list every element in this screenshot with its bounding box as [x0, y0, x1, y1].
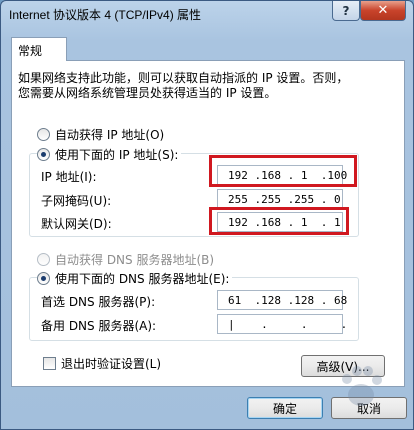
highlight-box-ip — [209, 155, 357, 187]
alternate-dns-label: 备用 DNS 服务器(A): — [41, 319, 157, 333]
dialog-window: Internet 协议版本 4 (TCP/IPv4) 属性 ? ✕ 常规 如果网… — [0, 0, 414, 430]
radio-selected-icon — [37, 148, 50, 161]
tab-general[interactable]: 常规 — [11, 37, 67, 61]
intro-line: 您需要从网络系统管理员处获得适当的 IP 设置。 — [18, 86, 277, 100]
ip-address-label: IP 地址(I): — [41, 170, 97, 184]
preferred-dns-input[interactable]: 61 .128 .128 . 68 — [217, 290, 347, 310]
radio-auto-dns[interactable]: 自动获得 DNS 服务器地址(B) — [37, 251, 214, 268]
intro-line: 如果网络支持此功能，则可以获取自动指派的 IP 设置。否则， — [18, 71, 349, 85]
radio-manual-ip[interactable]: 使用下面的 IP 地址(S): — [37, 146, 182, 163]
ok-button[interactable]: 确定 — [247, 397, 323, 419]
checkbox-icon — [43, 357, 56, 370]
subnet-mask-input[interactable]: 255 .255 .255 . 0 — [217, 189, 343, 209]
help-button[interactable]: ? — [332, 1, 360, 21]
radio-button-icon — [37, 128, 50, 141]
radio-auto-ip[interactable]: 自动获得 IP 地址(O) — [37, 126, 164, 143]
highlight-box-gateway — [209, 207, 349, 235]
radio-manual-ip-label: 使用下面的 IP 地址(S): — [55, 148, 179, 162]
close-button[interactable]: ✕ — [360, 1, 406, 21]
radio-manual-dns-label: 使用下面的 DNS 服务器地址(E): — [55, 272, 230, 286]
window-title: Internet 协议版本 4 (TCP/IPv4) 属性 — [9, 8, 202, 22]
radio-selected-icon — [37, 272, 50, 285]
subnet-mask-label: 子网掩码(U): — [41, 194, 112, 208]
radio-auto-dns-label: 自动获得 DNS 服务器地址(B) — [55, 253, 215, 267]
baidu-paw-icon — [342, 366, 382, 406]
alternate-dns-input[interactable]: | . . . — [217, 314, 347, 334]
radio-button-icon — [37, 253, 50, 266]
intro-text: 如果网络支持此功能，则可以获取自动指派的 IP 设置。否则， 您需要从网络系统管… — [18, 71, 388, 101]
title-bar[interactable]: Internet 协议版本 4 (TCP/IPv4) 属性 ? ✕ — [1, 1, 413, 29]
gateway-label: 默认网关(D): — [41, 217, 112, 231]
radio-manual-dns[interactable]: 使用下面的 DNS 服务器地址(E): — [37, 270, 233, 287]
validate-checkbox-label: 退出时验证设置(L) — [61, 357, 162, 371]
radio-auto-ip-label: 自动获得 IP 地址(O) — [55, 128, 165, 142]
validate-checkbox[interactable]: 退出时验证设置(L) — [43, 355, 161, 372]
preferred-dns-label: 首选 DNS 服务器(P): — [41, 295, 156, 309]
